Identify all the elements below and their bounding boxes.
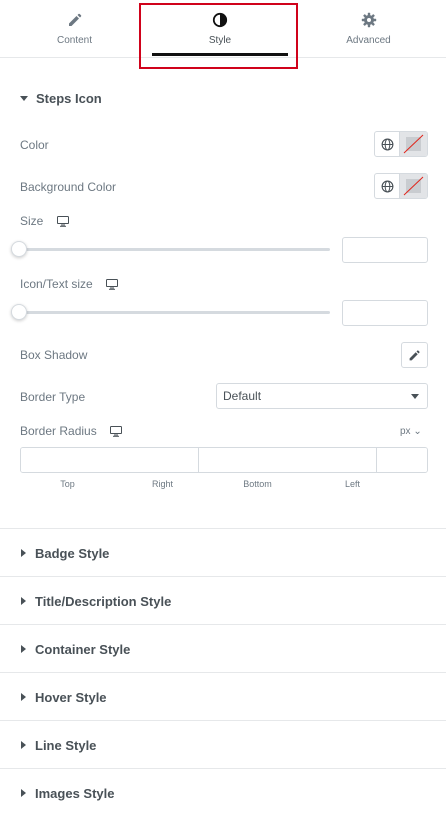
no-color-icon — [403, 134, 424, 154]
tab-style-label: Style — [208, 35, 232, 46]
caret-right-icon — [21, 741, 26, 749]
caret-right-icon — [21, 645, 26, 653]
section-title: Badge Style — [35, 546, 110, 561]
dimension-left-label: Left — [344, 479, 360, 489]
border-radius-label: Border Radius — [20, 424, 97, 438]
section-title: Title/Description Style — [35, 594, 172, 609]
size-slider-handle[interactable] — [11, 241, 27, 257]
size-input[interactable] — [342, 237, 428, 263]
box-shadow-edit-button[interactable] — [401, 342, 428, 368]
section-images-style[interactable]: Images Style — [0, 768, 446, 816]
dimension-top-label: Top — [60, 479, 75, 489]
tab-content-label: Content — [56, 35, 93, 46]
pencil-icon — [68, 13, 81, 26]
desktop-icon[interactable] — [56, 216, 69, 227]
section-title: Container Style — [35, 642, 131, 657]
size-label-row: Size — [20, 214, 69, 228]
section-title: Hover Style — [35, 690, 107, 705]
steps-icon-title: Steps Icon — [36, 91, 102, 106]
caret-right-icon — [21, 549, 26, 557]
color-picker[interactable] — [374, 131, 428, 157]
dropdown-arrow-icon — [411, 394, 419, 399]
section-hover-style[interactable]: Hover Style — [0, 672, 446, 720]
section-title: Line Style — [35, 738, 97, 753]
size-label: Size — [20, 214, 44, 228]
no-color-icon — [403, 176, 424, 196]
gear-icon — [361, 12, 376, 28]
desktop-icon[interactable] — [106, 279, 119, 290]
globe-icon — [381, 138, 393, 150]
active-tab-indicator — [152, 53, 288, 56]
border-radius-top-input[interactable] — [21, 448, 199, 472]
section-container-style[interactable]: Container Style — [0, 624, 446, 672]
section-title: Images Style — [35, 786, 115, 801]
color-label: Color — [20, 138, 49, 152]
icon-text-size-slider-handle[interactable] — [11, 304, 27, 320]
desktop-icon[interactable] — [110, 426, 123, 437]
globe-icon — [381, 180, 393, 192]
box-shadow-label: Box Shadow — [20, 348, 88, 362]
icon-text-size-label-row: Icon/Text size — [20, 277, 119, 291]
caret-right-icon — [21, 789, 26, 797]
border-type-value: Default — [223, 389, 262, 403]
section-badge-style[interactable]: Badge Style — [0, 528, 446, 576]
global-colors-button[interactable] — [375, 174, 400, 198]
panel-tabs: Content Style Advanced — [0, 0, 446, 58]
border-radius-dimensions — [20, 447, 428, 473]
dimension-bottom-label: Bottom — [243, 479, 272, 489]
tab-content[interactable]: Content — [0, 0, 149, 58]
border-radius-right-input[interactable] — [199, 448, 377, 472]
steps-icon-section-header[interactable]: Steps Icon — [20, 91, 102, 106]
color-swatch[interactable] — [400, 132, 427, 156]
background-color-swatch[interactable] — [400, 174, 427, 198]
section-title-description-style[interactable]: Title/Description Style — [0, 576, 446, 624]
tab-advanced-label: Advanced — [346, 35, 391, 46]
half-circle-icon — [212, 12, 228, 28]
global-colors-button[interactable] — [375, 132, 400, 156]
background-color-picker[interactable] — [374, 173, 428, 199]
section-line-style[interactable]: Line Style — [0, 720, 446, 768]
icon-text-size-slider-track[interactable] — [20, 311, 330, 314]
size-slider-track[interactable] — [20, 248, 330, 251]
caret-down-icon — [20, 96, 28, 101]
tab-advanced[interactable]: Advanced — [294, 0, 443, 58]
border-type-select[interactable]: Default — [216, 383, 428, 409]
tab-style[interactable]: Style — [142, 0, 298, 58]
icon-text-size-input[interactable] — [342, 300, 428, 326]
border-radius-bottom-input[interactable] — [377, 448, 427, 472]
background-color-label: Background Color — [20, 180, 117, 194]
border-radius-unit-select[interactable]: px ⌄ — [400, 426, 422, 437]
border-radius-label-row: Border Radius — [20, 424, 123, 438]
dimension-right-label: Right — [151, 479, 173, 489]
border-type-label: Border Type — [20, 390, 86, 404]
caret-right-icon — [21, 693, 26, 701]
pencil-icon — [409, 349, 420, 360]
icon-text-size-label: Icon/Text size — [20, 277, 93, 291]
caret-right-icon — [21, 597, 26, 605]
